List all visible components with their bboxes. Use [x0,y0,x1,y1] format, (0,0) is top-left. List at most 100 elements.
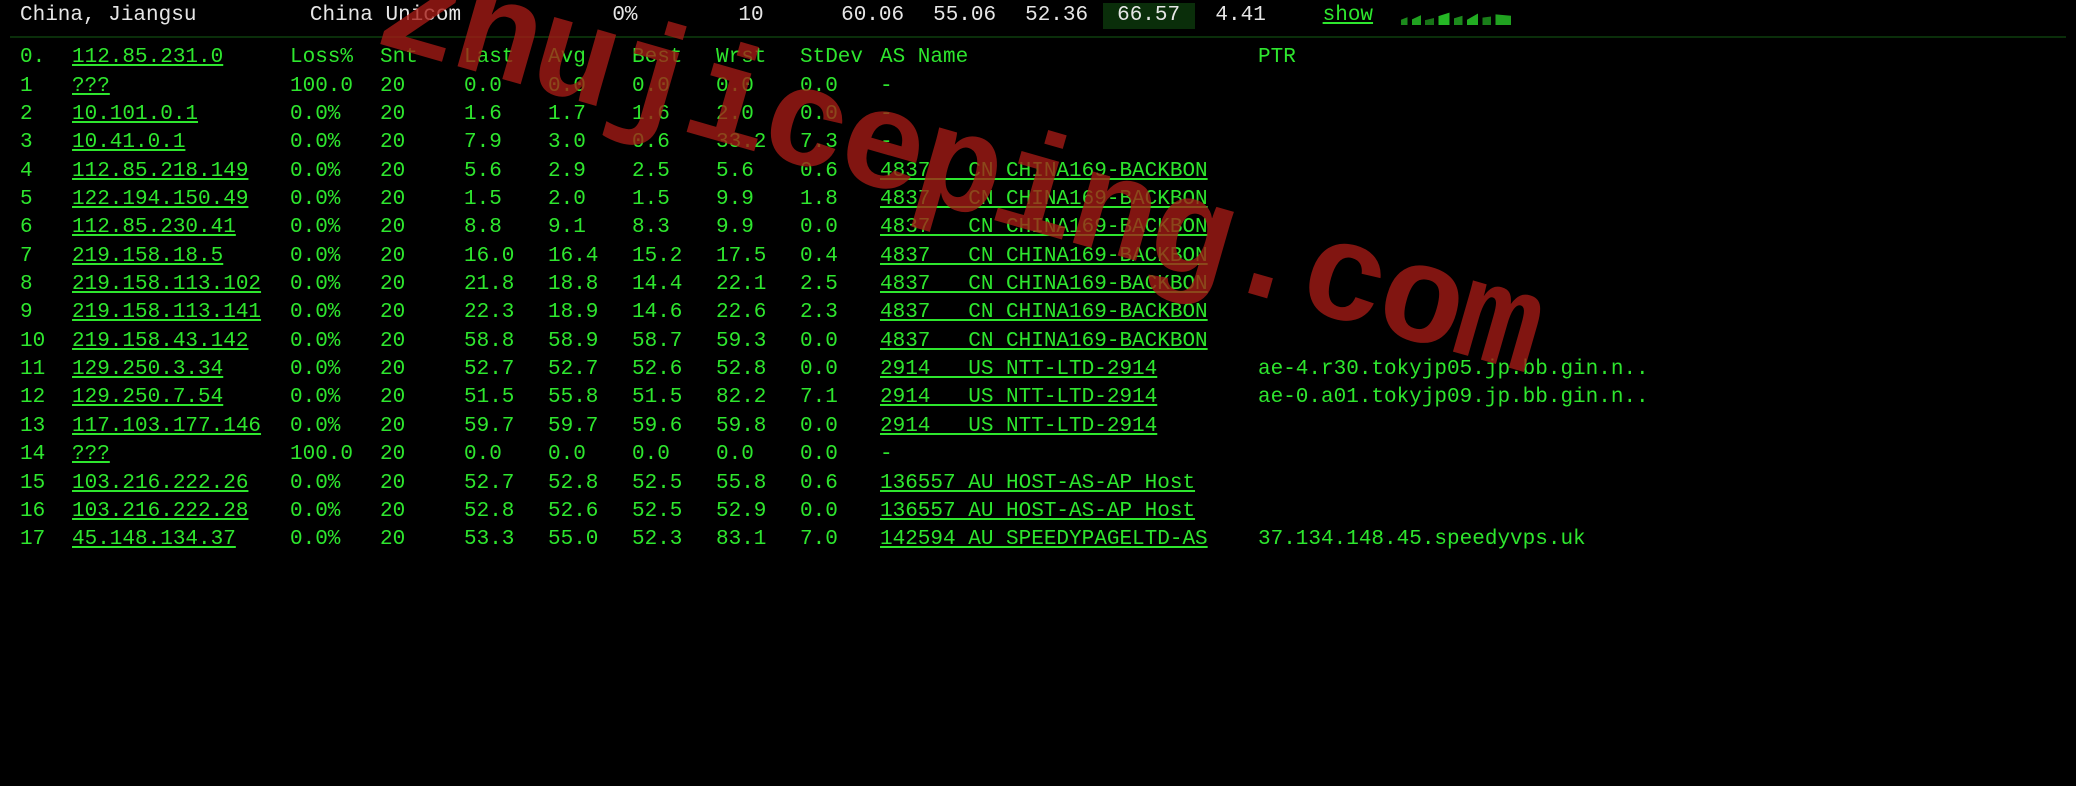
cell-snt: 20 [380,158,464,186]
cell-snt: 20 [380,384,464,412]
cell-ip[interactable]: 129.250.3.34 [72,356,290,384]
cell-loss: 100.0 [290,441,380,469]
cell-asname[interactable]: 2914 US NTT-LTD-2914 [880,384,1258,412]
cell-loss: 0.0% [290,214,380,242]
cell-last: 1.5 [464,186,548,214]
cell-ptr [1258,299,2060,327]
col-best: Best [632,44,716,72]
cell-ip[interactable]: 45.148.134.37 [72,526,290,554]
cell-avg: 0.0 [548,441,632,469]
cell-avg: 18.9 [548,299,632,327]
cell-ip[interactable]: ??? [72,441,290,469]
cell-ip[interactable]: ??? [72,73,290,101]
cell-asname[interactable]: 4837 CN CHINA169-BACKBON [880,328,1258,356]
cell-snt: 20 [380,129,464,157]
cell-wrst: 9.9 [716,186,800,214]
cell-loss: 0.0% [290,271,380,299]
col-last: Last [464,44,548,72]
summary-count: 10 [738,2,763,30]
cell-avg: 18.8 [548,271,632,299]
cell-stdev: 2.5 [800,271,880,299]
table-row: 7219.158.18.50.0%2016.016.415.217.50.448… [20,243,2060,271]
cell-ip[interactable]: 112.85.230.41 [72,214,290,242]
cell-ip[interactable]: 117.103.177.146 [72,413,290,441]
cell-stdev: 0.6 [800,470,880,498]
cell-wrst: 0.0 [716,441,800,469]
cell-best: 0.0 [632,73,716,101]
cell-ip[interactable]: 10.41.0.1 [72,129,290,157]
cell-hop: 17 [20,526,72,554]
cell-avg: 0.0 [548,73,632,101]
table-row: 5122.194.150.490.0%201.52.01.59.91.84837… [20,186,2060,214]
cell-asname: - [880,101,1258,129]
cell-asname[interactable]: 2914 US NTT-LTD-2914 [880,356,1258,384]
summary-cell: 66.57 [1103,3,1195,29]
cell-stdev: 1.8 [800,186,880,214]
cell-ip[interactable]: 219.158.18.5 [72,243,290,271]
summary-loss: 0% [612,2,637,30]
cell-asname[interactable]: 136557 AU HOST-AS-AP Host [880,498,1258,526]
cell-loss: 0.0% [290,413,380,441]
divider [10,36,2066,38]
cell-best: 59.6 [632,413,716,441]
cell-snt: 20 [380,101,464,129]
cell-ptr [1258,158,2060,186]
cell-wrst: 59.8 [716,413,800,441]
col-ptr: PTR [1258,44,2060,72]
cell-snt: 20 [380,271,464,299]
cell-asname[interactable]: 136557 AU HOST-AS-AP Host [880,470,1258,498]
cell-ip[interactable]: 112.85.218.149 [72,158,290,186]
summary-cell: 52.36 [1011,3,1103,29]
cell-wrst: 22.6 [716,299,800,327]
cell-ip[interactable]: 103.216.222.26 [72,470,290,498]
cell-asname[interactable]: 4837 CN CHINA169-BACKBON [880,186,1258,214]
col-snt: Snt [380,44,464,72]
col-ip[interactable]: 112.85.231.0 [72,44,290,72]
cell-asname[interactable]: 4837 CN CHINA169-BACKBON [880,158,1258,186]
cell-best: 52.5 [632,498,716,526]
table-row: 4112.85.218.1490.0%205.62.92.55.60.64837… [20,158,2060,186]
cell-asname[interactable]: 2914 US NTT-LTD-2914 [880,413,1258,441]
cell-loss: 0.0% [290,158,380,186]
cell-avg: 52.6 [548,498,632,526]
cell-ip[interactable]: 103.216.222.28 [72,498,290,526]
cell-best: 0.0 [632,441,716,469]
show-link[interactable]: show [1323,2,1373,30]
cell-wrst: 59.3 [716,328,800,356]
cell-hop: 5 [20,186,72,214]
cell-avg: 55.0 [548,526,632,554]
cell-asname[interactable]: 4837 CN CHINA169-BACKBON [880,214,1258,242]
cell-ip[interactable]: 10.101.0.1 [72,101,290,129]
cell-avg: 2.0 [548,186,632,214]
cell-best: 52.6 [632,356,716,384]
cell-wrst: 33.2 [716,129,800,157]
cell-hop: 13 [20,413,72,441]
cell-loss: 0.0% [290,243,380,271]
cell-asname[interactable]: 142594 AU SPEEDYPAGELTD-AS [880,526,1258,554]
cell-ip[interactable]: 219.158.113.141 [72,299,290,327]
cell-asname[interactable]: 4837 CN CHINA169-BACKBON [880,299,1258,327]
table-row: 8219.158.113.1020.0%2021.818.814.422.12.… [20,271,2060,299]
cell-ip[interactable]: 219.158.113.102 [72,271,290,299]
cell-hop: 14 [20,441,72,469]
summary-cell: 55.06 [919,3,1011,29]
cell-snt: 20 [380,299,464,327]
cell-last: 53.3 [464,526,548,554]
cell-last: 22.3 [464,299,548,327]
cell-ip[interactable]: 129.250.7.54 [72,384,290,412]
cell-snt: 20 [380,214,464,242]
cell-ip[interactable]: 219.158.43.142 [72,328,290,356]
cell-avg: 58.9 [548,328,632,356]
cell-asname[interactable]: 4837 CN CHINA169-BACKBON [880,243,1258,271]
cell-snt: 20 [380,186,464,214]
cell-ptr [1258,73,2060,101]
cell-asname[interactable]: 4837 CN CHINA169-BACKBON [880,271,1258,299]
cell-ptr [1258,470,2060,498]
cell-ip[interactable]: 122.194.150.49 [72,186,290,214]
cell-stdev: 0.4 [800,243,880,271]
cell-last: 52.7 [464,470,548,498]
cell-ptr [1258,271,2060,299]
cell-avg: 52.8 [548,470,632,498]
cell-avg: 59.7 [548,413,632,441]
cell-best: 51.5 [632,384,716,412]
